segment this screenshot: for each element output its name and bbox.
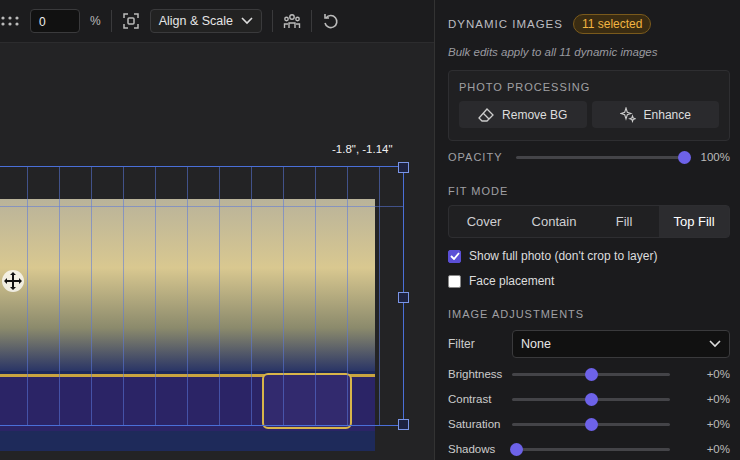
fit-mode-option[interactable]: Top Fill	[659, 206, 729, 237]
spacing-dots-icon[interactable]	[0, 14, 20, 28]
resize-handle[interactable]	[398, 162, 409, 173]
checkbox[interactable]	[448, 275, 461, 288]
section-title: PHOTO PROCESSING	[459, 81, 719, 93]
toolbar-divider	[272, 10, 273, 32]
sparkle-icon	[620, 107, 636, 123]
adjustment-label: Saturation	[448, 418, 512, 430]
position-readout: -1.8", -1.14"	[332, 143, 393, 155]
fit-mode-control: CoverContainFillTop Fill	[448, 205, 730, 238]
panel-title: DYNAMIC IMAGES	[448, 18, 563, 30]
toolbar-divider	[311, 10, 312, 32]
spacing-input[interactable]: 0	[30, 9, 80, 33]
slider-thumb[interactable]	[678, 151, 691, 164]
opacity-slider[interactable]	[516, 156, 684, 159]
opacity-row: OPACITY 100%	[448, 151, 730, 163]
image-adjustments-title: IMAGE ADJUSTMENTS	[448, 308, 730, 320]
adjustment-value: +0%	[682, 393, 730, 405]
checkbox-row[interactable]: Show full photo (don't crop to layer)	[448, 249, 730, 263]
fit-mode-option[interactable]: Cover	[449, 206, 519, 237]
adjustment-row: Shadows +0%	[448, 440, 730, 458]
selection-box[interactable]	[0, 166, 404, 426]
slider-thumb[interactable]	[510, 443, 523, 456]
filter-row: Filter None	[448, 330, 730, 358]
toolbar: 0% Align & Scale	[0, 0, 434, 43]
adjustment-label: Contrast	[448, 393, 512, 405]
enhance-button[interactable]: Enhance	[592, 101, 720, 128]
adjustment-label: Shadows	[448, 443, 512, 455]
slider-thumb[interactable]	[585, 393, 598, 406]
slider-thumb[interactable]	[585, 368, 598, 381]
unit-label: %	[90, 14, 101, 28]
adjustment-slider[interactable]	[512, 448, 670, 451]
adjustment-row: Contrast +0%	[448, 390, 730, 408]
align-scale-dropdown[interactable]: Align & Scale	[150, 9, 262, 33]
check-icon	[450, 252, 460, 260]
fit-mode-option[interactable]: Contain	[519, 206, 589, 237]
eraser-icon	[478, 108, 494, 122]
adjustment-value: +0%	[682, 443, 730, 455]
adjustment-row: Saturation +0%	[448, 415, 730, 433]
panel-header: DYNAMIC IMAGES 11 selected	[448, 14, 730, 34]
editor: 0% Align & Scale -1.8", -1.14" DYNAMIC IMAG…	[0, 0, 740, 460]
move-icon[interactable]	[1, 269, 25, 293]
checkbox-row[interactable]: Face placement	[448, 274, 730, 288]
adjustment-value: +0%	[682, 418, 730, 430]
slider-thumb[interactable]	[585, 418, 598, 431]
frame-fit-icon[interactable]	[122, 12, 140, 30]
adjustment-slider[interactable]	[512, 373, 670, 376]
adjustment-slider[interactable]	[512, 398, 670, 401]
adjustment-row: Brightness +0%	[448, 365, 730, 383]
properties-panel: DYNAMIC IMAGES 11 selected Bulk edits appl…	[435, 0, 740, 460]
canvas: -1.8", -1.14"	[0, 43, 434, 460]
adjustment-slider[interactable]	[512, 423, 670, 426]
photo-processing-box: PHOTO PROCESSING Remove BGEnhance	[448, 70, 730, 141]
filter-select[interactable]: None	[512, 330, 730, 358]
checkbox[interactable]	[448, 250, 461, 263]
bulk-note: Bulk edits apply to all 11 dynamic image…	[448, 46, 730, 58]
resize-handle[interactable]	[398, 419, 409, 430]
people-icon[interactable]	[283, 13, 301, 29]
opacity-label: OPACITY	[448, 151, 516, 163]
chevron-down-icon	[709, 340, 721, 348]
reset-icon[interactable]	[322, 12, 340, 30]
adjustment-label: Brightness	[448, 368, 512, 380]
chevron-down-icon	[241, 17, 253, 25]
resize-handle[interactable]	[398, 292, 409, 303]
adjustment-value: +0%	[682, 368, 730, 380]
filter-label: Filter	[448, 337, 502, 351]
canvas-area: 0% Align & Scale -1.8", -1.14"	[0, 0, 435, 460]
fit-mode-label: FIT MODE	[448, 185, 730, 197]
selection-badge: 11 selected	[573, 14, 652, 34]
remove-bg-button[interactable]: Remove BG	[459, 101, 587, 128]
opacity-value: 100%	[696, 151, 730, 163]
fit-mode-option[interactable]: Fill	[589, 206, 659, 237]
toolbar-divider	[111, 10, 112, 32]
